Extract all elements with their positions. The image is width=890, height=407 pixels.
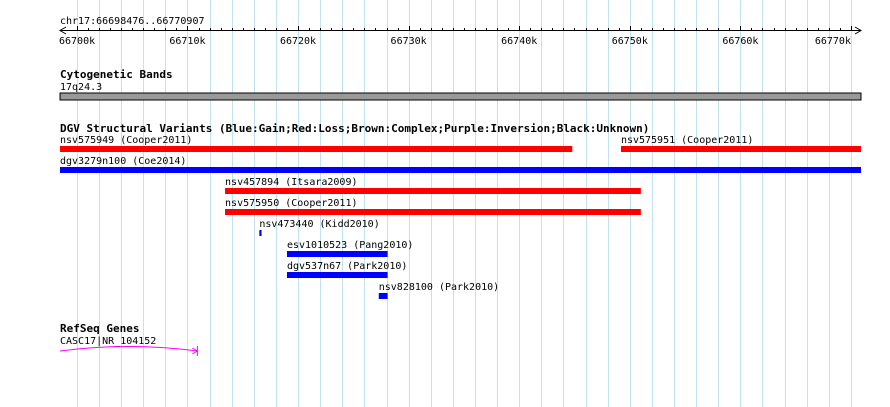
gene-label: CASC17|NR_104152 [60, 336, 156, 347]
cytoband-bar[interactable] [59, 92, 862, 101]
ruler-tick-label: 66740k [501, 36, 537, 47]
feature-label: nsv575951 (Cooper2011) [621, 135, 753, 146]
cytoband-track-title: Cytogenetic Bands [60, 68, 173, 81]
structural-variant-bar[interactable] [286, 251, 388, 257]
ruler-tick-label: 66720k [280, 36, 316, 47]
feature-label: nsv575949 (Cooper2011) [60, 135, 192, 146]
structural-variant-bar[interactable] [286, 272, 388, 278]
ruler-tick-label: 66770k [815, 36, 851, 47]
dgv-track-title: DGV Structural Variants (Blue:Gain;Red:L… [60, 122, 649, 135]
ruler-tick-label: 66760k [722, 36, 758, 47]
structural-variant-bar[interactable] [620, 146, 861, 152]
region-label: chr17:66698476..66770907 [60, 16, 205, 27]
ruler-tick-label: 66730k [391, 36, 427, 47]
ruler-tick-label: 66700k [59, 36, 95, 47]
refseq-track-title: RefSeq Genes [60, 322, 139, 335]
structural-variant-bar[interactable] [225, 209, 641, 215]
ruler-tick-label: 66710k [169, 36, 205, 47]
structural-variant-bar[interactable] [225, 188, 641, 194]
structural-variant-bar[interactable] [378, 293, 388, 299]
structural-variant-bar[interactable] [60, 146, 573, 152]
feature-label: esv1010523 (Pang2010) [287, 240, 413, 251]
ruler-tick-label: 66750k [612, 36, 648, 47]
feature-label: nsv457894 (Itsara2009) [225, 177, 357, 188]
feature-label: nsv828100 (Park2010) [379, 282, 499, 293]
gene-model[interactable] [59, 346, 198, 352]
refseq-track: CASC17|NR_104152 [59, 336, 199, 356]
structural-variant-bar[interactable] [259, 230, 262, 236]
genome-browser-view: chr17:66698476..66770907 66700k 66710k 667… [59, 0, 862, 407]
position-ruler: 66700k 66710k 66720k 66730k 66740k 66750k 6676… [59, 26, 862, 47]
feature-label: nsv575950 (Cooper2011) [225, 198, 357, 209]
feature-label: nsv473440 (Kidd2010) [259, 219, 379, 230]
background-grid [77, 0, 852, 407]
feature-label: dgv537n67 (Park2010) [287, 261, 407, 272]
feature-label: dgv3279n100 (Coe2014) [60, 156, 186, 167]
structural-variant-bar[interactable] [60, 167, 861, 173]
cytoband-label: 17q24.3 [60, 82, 102, 93]
